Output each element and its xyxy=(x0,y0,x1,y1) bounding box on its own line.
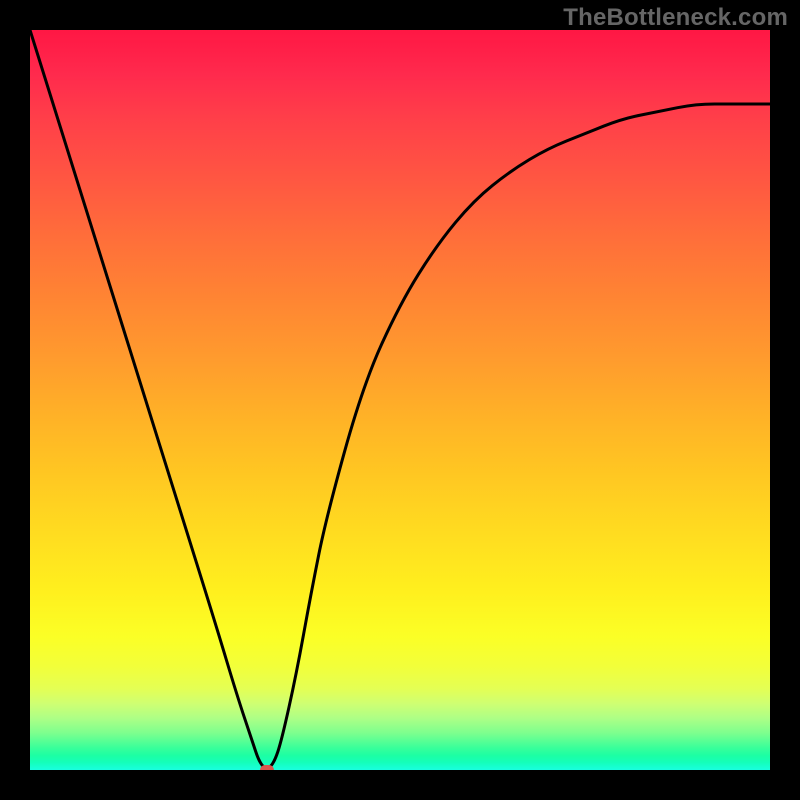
plot-area xyxy=(30,30,770,770)
bottleneck-curve-path xyxy=(30,30,770,768)
optimal-point-marker xyxy=(260,765,274,770)
watermark-text: TheBottleneck.com xyxy=(563,4,788,32)
curve-layer xyxy=(30,30,770,770)
chart-frame: TheBottleneck.com xyxy=(0,0,800,800)
